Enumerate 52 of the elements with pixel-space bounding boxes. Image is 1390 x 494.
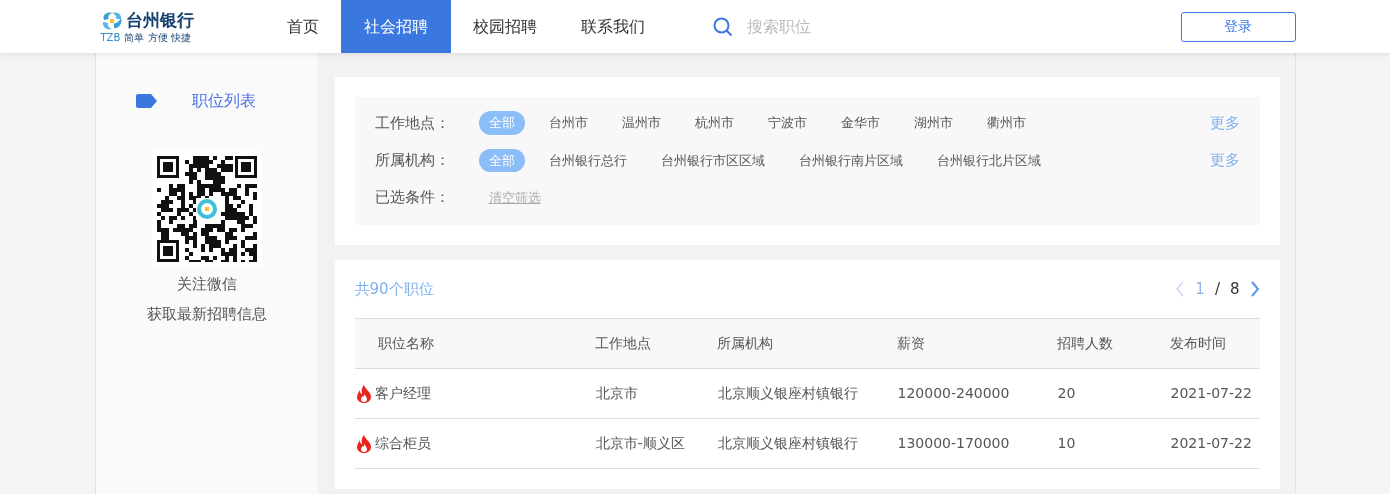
caption-text: 获取最新招聘信息 [146, 304, 267, 325]
column-header: 职位名称 [354, 318, 595, 369]
next-page-icon[interactable] [1249, 280, 1260, 297]
qr-code-icon [156, 156, 257, 262]
filter-option[interactable]: 杭州市 [684, 111, 744, 135]
filter-option[interactable]: 台州银行南片区域 [788, 148, 913, 172]
logo-slogan: 简单 方便 快捷 [124, 32, 191, 43]
table-cell: 120000-240000 [897, 385, 1010, 401]
logo-abbreviation: TZB [100, 32, 121, 43]
filter-option[interactable]: 温州市 [611, 111, 671, 135]
column-header: 所属机构 [716, 318, 897, 369]
table-cell: 10 [1057, 435, 1076, 451]
filter-label: 工作地点： [374, 112, 451, 134]
filter-option[interactable]: 宁波市 [757, 111, 817, 135]
filter-label: 所属机构： [374, 150, 451, 171]
table-cell: 20 [1057, 385, 1076, 401]
table-cell: 北京市-顺义区 [595, 435, 685, 451]
filter-option[interactable]: 衢州市 [976, 111, 1036, 135]
filter-label: 已选条件： [374, 187, 451, 208]
table-cell: 2021-07-22 [1170, 385, 1252, 401]
table-cell: 2021-07-22 [1170, 435, 1252, 451]
table-cell: 北京顺义银座村镇银行 [717, 435, 858, 451]
column-header: 工作地点 [594, 318, 717, 369]
result-count: 共90个职位 [354, 278, 434, 300]
page-separator: / [1214, 278, 1220, 300]
logo-text: 台州银行 [125, 12, 194, 29]
nav-tab[interactable]: 联系我们 [558, 0, 667, 53]
column-header: 发布时间 [1169, 318, 1260, 369]
filter-option[interactable]: 台州市 [538, 111, 598, 135]
column-header: 招聘人数 [1056, 318, 1170, 369]
filter-option[interactable]: 湖州市 [903, 111, 963, 135]
caption-text: 关注微信 [176, 274, 237, 295]
filter-option[interactable]: 台州银行总行 [538, 148, 637, 172]
sidebar-item[interactable]: 职位列表 [135, 89, 256, 113]
table-cell: 130000-170000 [897, 435, 1010, 451]
table-cell: 北京市 [595, 385, 638, 401]
table-cell: 北京顺义银座村镇银行 [717, 385, 858, 401]
job-title-link[interactable]: 客户经理 [375, 383, 431, 404]
nav-tab[interactable]: 校园招聘 [450, 0, 559, 53]
tag-icon [135, 94, 158, 108]
filter-option[interactable]: 金华市 [830, 111, 890, 135]
login-button[interactable]: 登录 [1180, 11, 1296, 42]
logo-icon [100, 10, 123, 31]
total-pages: 8 [1229, 278, 1240, 300]
nav-tab[interactable]: 首页 [264, 0, 341, 53]
filter-option[interactable]: 台州银行市区区域 [650, 148, 775, 172]
column-header: 薪资 [896, 318, 1057, 369]
job-title-link[interactable]: 综合柜员 [375, 433, 431, 454]
nav-tab[interactable]: 社会招聘 [340, 0, 451, 53]
filter-option[interactable]: 台州银行北片区域 [926, 148, 1051, 172]
current-page: 1 [1195, 278, 1205, 300]
search-icon[interactable] [712, 16, 733, 37]
